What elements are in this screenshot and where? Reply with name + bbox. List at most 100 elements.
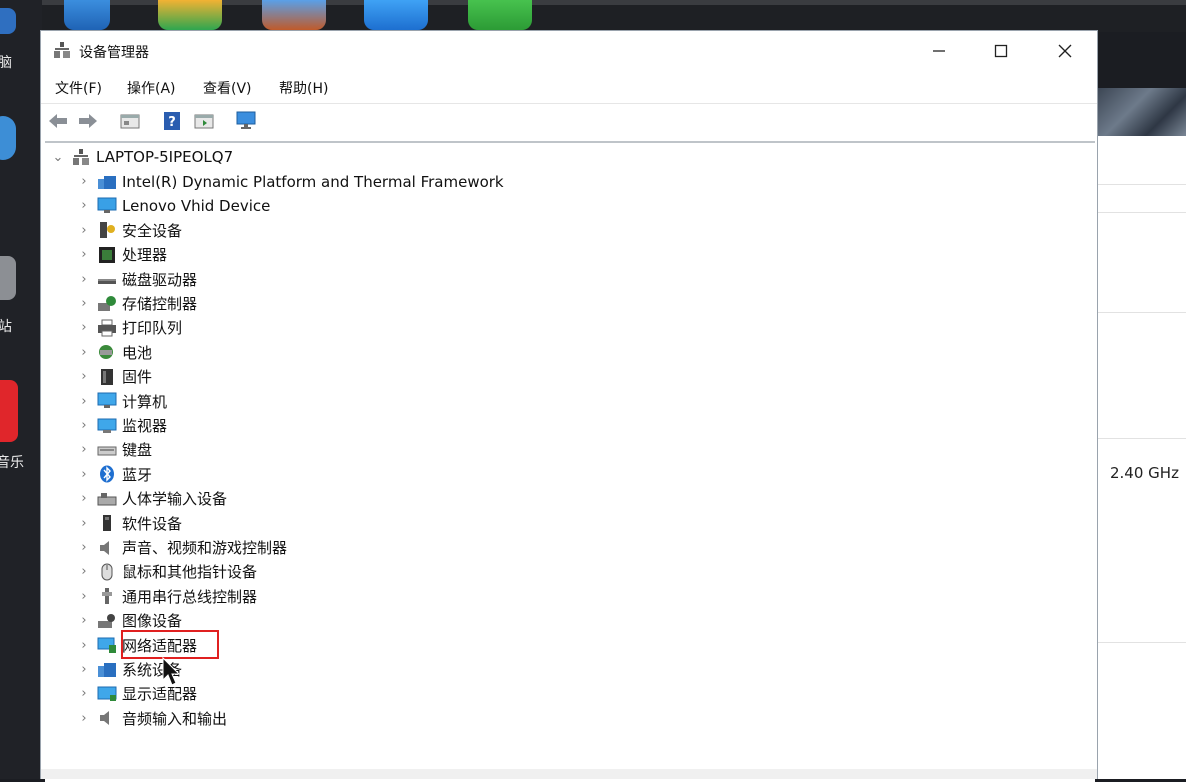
tree-item-label: 处理器 [122, 246, 168, 265]
close-button[interactable] [1033, 31, 1097, 71]
tree-item[interactable]: › 键盘 [76, 438, 152, 462]
tree-item[interactable]: › 电池 [76, 340, 152, 364]
tree-item[interactable]: › 计算机 [76, 389, 167, 413]
tree-item[interactable]: › 蓝牙 [76, 462, 152, 486]
chevron-right-icon[interactable]: › [76, 394, 92, 409]
chevron-right-icon[interactable]: › [76, 711, 92, 726]
desktop-shortcut-icon[interactable] [0, 116, 16, 160]
hid-icon [96, 489, 118, 509]
window-title: 设备管理器 [79, 45, 149, 61]
camera-icon [96, 611, 118, 631]
tree-item-label: 安全设备 [122, 221, 183, 240]
maximize-button[interactable] [969, 31, 1033, 71]
desktop-app-icon[interactable] [64, 0, 110, 30]
tree-item[interactable]: › 打印队列 [76, 316, 182, 340]
chevron-right-icon[interactable]: › [76, 174, 92, 189]
disk-drive-icon [96, 269, 118, 289]
desktop-top-strip [0, 0, 1186, 32]
background-window-panel: 2.40 GHz [1098, 88, 1186, 779]
tree-item[interactable]: › 鼠标和其他指针设备 [76, 560, 257, 584]
divider [1098, 642, 1186, 643]
desktop-shortcut-icon[interactable] [0, 256, 16, 300]
tree-item[interactable]: › 监视器 [76, 414, 167, 438]
chevron-right-icon[interactable]: › [76, 491, 92, 506]
chevron-right-icon[interactable]: › [76, 442, 92, 457]
tree-item[interactable]: › 磁盘驱动器 [76, 267, 197, 291]
tree-item[interactable]: › 音频输入和输出 [76, 706, 227, 730]
tree-root[interactable]: ⌄ LAPTOP-5IPEOLQ7 [50, 145, 234, 169]
device-tree [45, 141, 1095, 782]
tree-item[interactable]: › 声音、视频和游戏控制器 [76, 536, 287, 560]
tree-item-label: 存储控制器 [122, 295, 198, 313]
back-arrow-icon [49, 114, 67, 128]
chevron-right-icon[interactable]: › [76, 369, 92, 384]
tree-item[interactable]: › 通用串行总线控制器 [76, 584, 257, 608]
chevron-right-icon[interactable]: › [76, 662, 92, 677]
title-bar[interactable]: 设备管理器 [41, 31, 1097, 71]
update-driver-button[interactable] [193, 110, 215, 132]
chevron-right-icon[interactable]: › [76, 564, 92, 579]
scan-hardware-button[interactable] [235, 110, 257, 132]
tree-item-label: Lenovo Vhid Device [122, 196, 271, 215]
divider [1098, 184, 1186, 185]
desktop-shortcut-icon[interactable] [0, 8, 16, 34]
tree-item[interactable]: › 人体学输入设备 [76, 487, 227, 511]
status-bar [41, 769, 1097, 779]
chevron-right-icon[interactable]: › [76, 418, 92, 433]
divider [1098, 312, 1186, 313]
menu-view[interactable]: 查看(V) [203, 78, 252, 98]
properties-button[interactable] [119, 110, 141, 132]
chevron-right-icon[interactable]: › [76, 686, 92, 701]
display-adapter-icon [96, 684, 118, 704]
tree-item-label: 打印队列 [122, 319, 183, 338]
chevron-right-icon[interactable]: › [76, 638, 92, 653]
mouse-icon [96, 562, 118, 582]
chevron-right-icon[interactable]: › [76, 467, 92, 482]
minimize-button[interactable] [907, 31, 971, 71]
tree-item[interactable]: › 处理器 [76, 243, 167, 267]
tree-item[interactable]: › Intel(R) Dynamic Platform and Thermal F… [76, 170, 503, 194]
menu-action[interactable]: 操作(A) [127, 78, 176, 98]
tree-item[interactable]: › 安全设备 [76, 218, 182, 242]
tree-item[interactable]: › 固件 [76, 365, 152, 389]
chevron-right-icon[interactable]: › [76, 296, 92, 311]
chevron-right-icon[interactable]: › [76, 223, 92, 238]
chevron-right-icon[interactable]: › [76, 589, 92, 604]
tree-item-label: 声音、视频和游戏控制器 [122, 539, 288, 557]
chevron-right-icon[interactable]: › [76, 345, 92, 360]
desktop-app-icon[interactable] [468, 0, 532, 30]
music-app-icon[interactable] [0, 380, 18, 442]
tree-item[interactable]: › 软件设备 [76, 511, 182, 535]
forward-arrow-icon [79, 114, 97, 128]
chevron-right-icon[interactable]: › [76, 613, 92, 628]
desktop-app-icon[interactable] [158, 0, 222, 30]
forward-button[interactable] [77, 110, 99, 132]
usb-icon [96, 586, 118, 606]
tree-item-label: 鼠标和其他指针设备 [122, 563, 258, 582]
desktop-app-icon[interactable] [262, 0, 326, 30]
tree-item[interactable]: › Lenovo Vhid Device [76, 194, 270, 218]
chevron-right-icon[interactable]: › [76, 516, 92, 531]
tree-item[interactable]: › 存储控制器 [76, 292, 197, 316]
chevron-right-icon[interactable]: › [76, 198, 92, 213]
chevron-right-icon[interactable]: › [76, 247, 92, 262]
help-button[interactable]: ? [161, 110, 183, 132]
tree-item-label: 音频输入和输出 [122, 709, 228, 728]
menu-file[interactable]: 文件(F) [55, 78, 102, 98]
tree-item-label: 固件 [122, 368, 153, 387]
chevron-right-icon[interactable]: › [76, 320, 92, 335]
tree-item-label: 显示适配器 [122, 685, 198, 704]
chevron-right-icon[interactable]: › [76, 272, 92, 287]
desktop-shortcut-label: 站 [0, 319, 12, 335]
chevron-down-icon[interactable]: ⌄ [50, 150, 66, 165]
desktop-app-icon[interactable] [364, 0, 428, 30]
tree-item-label: 电池 [122, 343, 153, 362]
menu-help[interactable]: 帮助(H) [279, 78, 328, 98]
update-driver-icon [194, 114, 214, 129]
divider [1098, 212, 1186, 213]
chevron-right-icon[interactable]: › [76, 540, 92, 555]
back-button[interactable] [47, 110, 69, 132]
keyboard-icon [96, 440, 118, 460]
tree-item-label: 通用串行总线控制器 [122, 587, 258, 606]
printer-icon [96, 318, 118, 338]
